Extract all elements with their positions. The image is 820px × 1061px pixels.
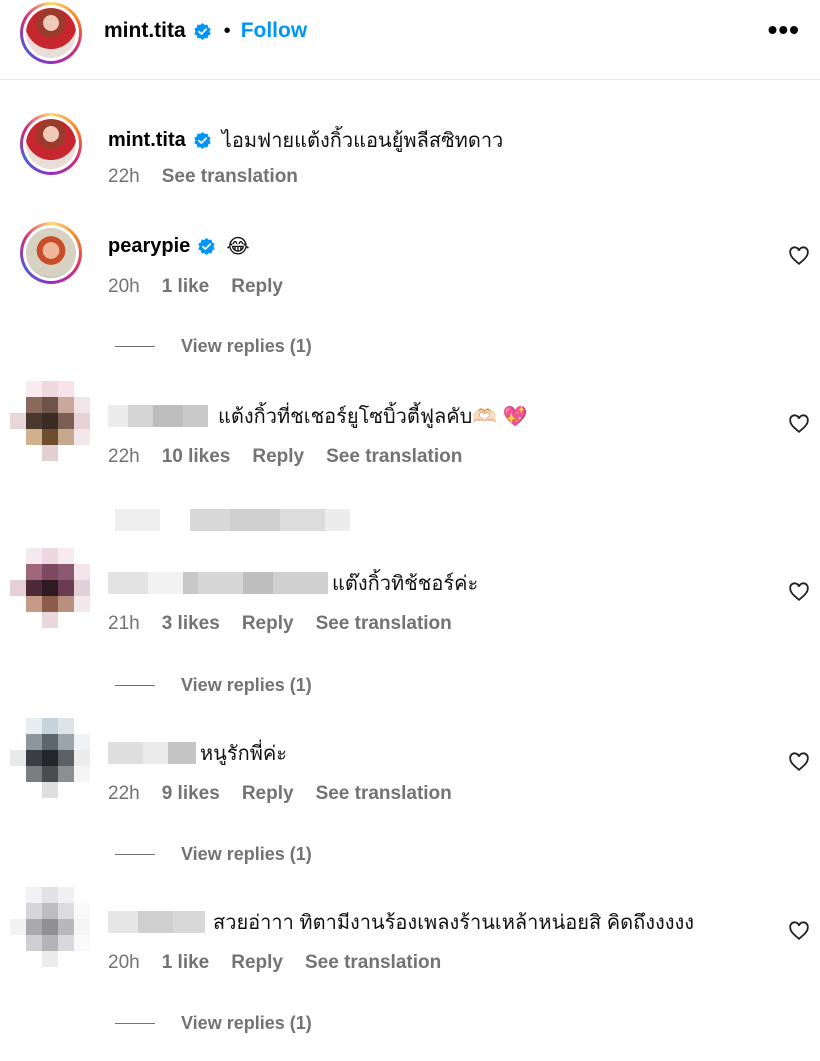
verified-badge-icon — [198, 237, 215, 255]
comment-likes[interactable]: 3 likes — [162, 613, 220, 635]
divider-line — [115, 346, 155, 347]
blurred-username[interactable] — [108, 572, 328, 594]
commenter-username[interactable]: pearypie — [108, 235, 190, 258]
comment-likes[interactable]: 1 like — [162, 276, 210, 298]
view-replies-label: View replies (1) — [181, 336, 312, 356]
caption-username[interactable]: mint.tita — [108, 129, 186, 152]
see-translation-link[interactable]: See translation — [326, 446, 462, 468]
see-translation-link[interactable]: See translation — [316, 613, 452, 635]
divider-line — [115, 854, 155, 855]
heart-icon[interactable] — [788, 413, 810, 435]
comment-text: แต๊งกิ้วทิช้ชอร์ค่ะ — [332, 573, 479, 595]
comment-text: หนูรักพี่ค่ะ — [200, 743, 288, 765]
reply-button[interactable]: Reply — [252, 446, 304, 468]
comment-time: 20h — [108, 952, 140, 973]
blurred-username[interactable] — [108, 911, 205, 933]
comment-likes[interactable]: 1 like — [162, 952, 210, 974]
comment-text: 😂 — [226, 235, 250, 258]
comment-text: แต้งกิ้วที่ชเชอร์ยูโซบิ้วตี้ฟูลคับ🫶🏻 💖 — [218, 406, 528, 428]
comment-text: สวยอ่าาา ทิตามีงานร้องเพลงร้านเหล้าหน่อย… — [213, 912, 695, 934]
comment-likes[interactable]: 9 likes — [162, 783, 220, 805]
blurred-avatar[interactable] — [10, 381, 90, 461]
view-replies-label: View replies (1) — [181, 1013, 312, 1033]
blurred-avatar[interactable] — [10, 548, 90, 628]
see-translation-link[interactable]: See translation — [305, 952, 441, 974]
view-replies-button[interactable]: View replies (1) — [115, 336, 312, 357]
author-username[interactable]: mint.tita — [104, 19, 186, 43]
heart-icon[interactable] — [788, 920, 810, 942]
post-header: mint.tita • Follow ••• — [0, 0, 820, 80]
divider-line — [115, 685, 155, 686]
comment-time: 22h — [108, 446, 140, 467]
blurred-avatar[interactable] — [10, 887, 90, 967]
reply-button[interactable]: Reply — [231, 952, 283, 974]
divider-line — [115, 1023, 155, 1024]
blurred-avatar[interactable] — [10, 718, 90, 798]
view-replies-button[interactable]: View replies (1) — [115, 1013, 312, 1034]
follow-button[interactable]: Follow — [241, 19, 308, 43]
see-translation-link[interactable]: See translation — [316, 783, 452, 805]
reply-button[interactable]: Reply — [242, 783, 294, 805]
caption-avatar[interactable] — [20, 113, 82, 175]
view-replies-label: View replies (1) — [181, 675, 312, 695]
author-avatar[interactable] — [20, 2, 82, 64]
reply-button[interactable]: Reply — [231, 276, 283, 298]
view-replies-button[interactable] — [115, 509, 350, 531]
more-options-icon[interactable]: ••• — [768, 16, 800, 44]
reply-button[interactable]: Reply — [242, 613, 294, 635]
view-replies-label: View replies (1) — [181, 844, 312, 864]
heart-icon[interactable] — [788, 751, 810, 773]
verified-badge-icon — [194, 131, 211, 149]
verified-badge-icon — [194, 22, 211, 40]
caption-text: ไอมฟายแต้งกิ้วแอนยู้พลีสซิทดาว — [221, 130, 504, 152]
view-replies-button[interactable]: View replies (1) — [115, 844, 312, 865]
comment-time: 20h — [108, 276, 140, 297]
blurred-username[interactable] — [108, 742, 196, 764]
separator-dot: • — [223, 19, 231, 42]
heart-icon[interactable] — [788, 581, 810, 603]
view-replies-button[interactable]: View replies (1) — [115, 675, 312, 696]
see-translation-link[interactable]: See translation — [162, 166, 298, 188]
comment-likes[interactable]: 10 likes — [162, 446, 231, 468]
comment-time: 21h — [108, 613, 140, 634]
comment-time: 22h — [108, 783, 140, 804]
commenter-avatar[interactable] — [20, 222, 82, 284]
heart-icon[interactable] — [788, 245, 810, 267]
caption-time: 22h — [108, 166, 140, 187]
blurred-view-replies — [115, 509, 350, 531]
blurred-username[interactable] — [108, 405, 208, 427]
author-info: mint.tita • Follow — [104, 17, 307, 45]
